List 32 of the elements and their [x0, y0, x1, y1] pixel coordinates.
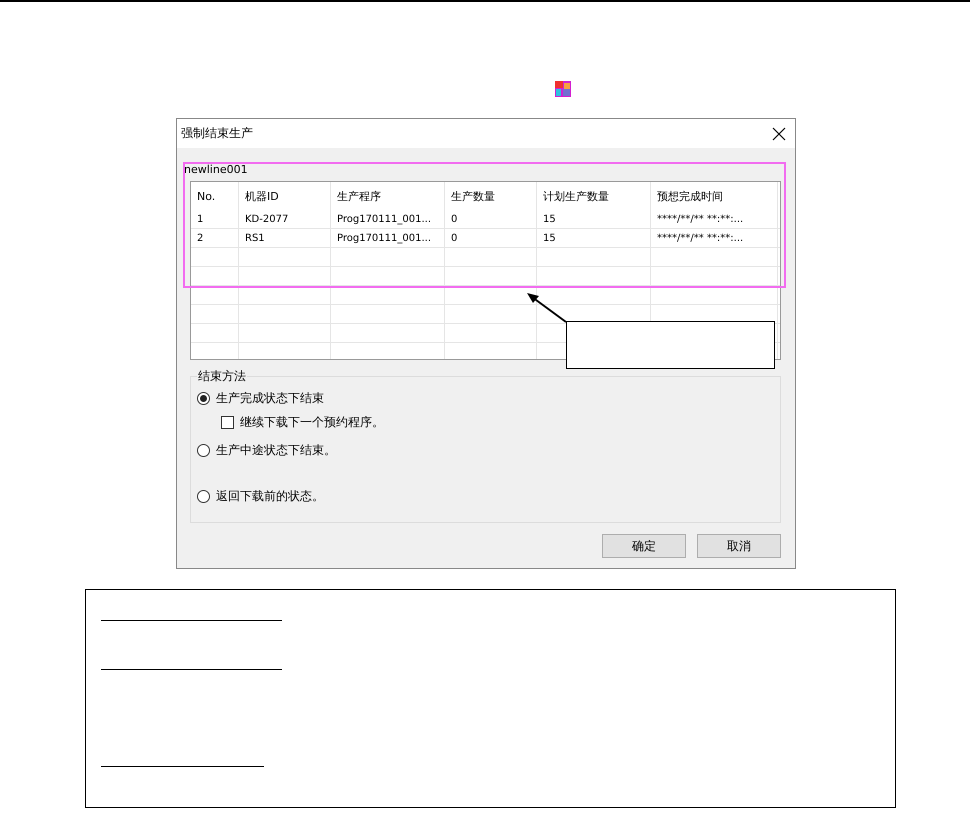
- option-label: 生产中途状态下结束。: [216, 442, 336, 458]
- table-cell: Prog170111_001...: [331, 210, 445, 229]
- window-title: 强制结束生产: [181, 125, 253, 142]
- column-header[interactable]: 计划生产数量: [537, 182, 651, 210]
- option-label: 返回下载前的状态。: [216, 488, 324, 504]
- table-cell: Prog170111_001...: [331, 229, 445, 248]
- table-cell: RS1: [239, 229, 331, 248]
- table-cell: ****/**/** **:**:...: [651, 210, 778, 229]
- radio-button[interactable]: [197, 490, 210, 502]
- radio-button[interactable]: [197, 444, 210, 456]
- option-label: 生产完成状态下结束: [216, 390, 324, 406]
- app-icon: [555, 81, 571, 97]
- column-header[interactable]: 生产数量: [445, 182, 537, 210]
- checkbox[interactable]: [221, 416, 234, 428]
- table-cell: 15: [537, 210, 651, 229]
- table-cell: 0: [445, 229, 537, 248]
- column-header[interactable]: 机器ID: [239, 182, 331, 210]
- dialog-button[interactable]: 确定: [602, 534, 686, 558]
- table-cell: 0: [445, 210, 537, 229]
- table-cell: ****/**/** **:**:...: [651, 229, 778, 248]
- group-label: newline001: [184, 163, 249, 177]
- table-cell: KD-2077: [239, 210, 331, 229]
- arrow-drawing: [527, 293, 567, 323]
- column-header[interactable]: 预想完成时间: [651, 182, 778, 210]
- column-header[interactable]: No.: [191, 182, 239, 210]
- dialog-button[interactable]: 取消: [697, 534, 781, 558]
- table-cell: 1: [191, 210, 239, 229]
- radio-button[interactable]: [197, 392, 210, 404]
- table-cell: 2: [191, 229, 239, 248]
- option-label: 继续下载下一个预约程序。: [240, 414, 384, 430]
- table-cell: 15: [537, 229, 651, 248]
- column-header[interactable]: 生产程序: [331, 182, 445, 210]
